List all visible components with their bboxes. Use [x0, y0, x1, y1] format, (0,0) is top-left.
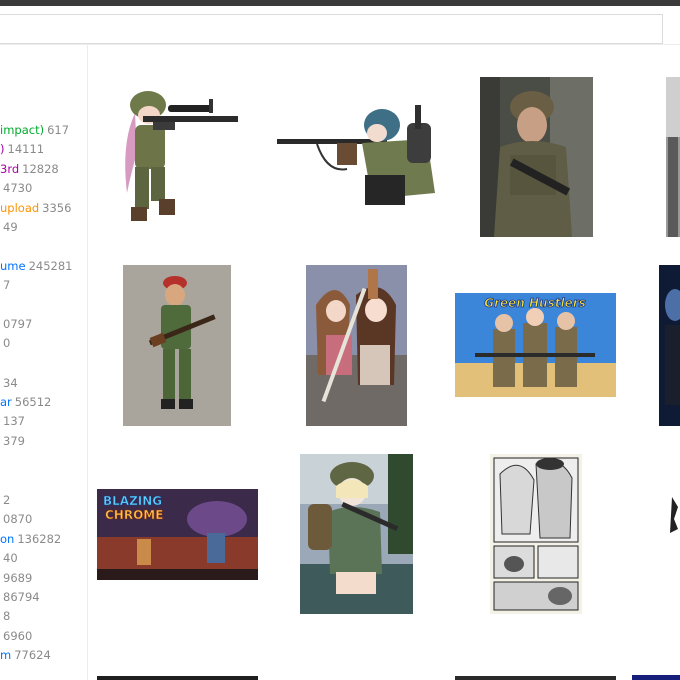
tag-name[interactable]: 3rd [0, 162, 19, 176]
post-thumbnail-row4-1[interactable] [97, 676, 258, 680]
tag-count: 34 [3, 376, 18, 390]
tag-count: 617 [47, 123, 70, 137]
tag-item[interactable]: ) 14111 [0, 142, 44, 156]
post-thumbnail-green-hustlers[interactable]: Green Hustlers [455, 293, 616, 397]
tag-item[interactable]: ume 245281 [0, 259, 72, 273]
tag-count: 56512 [14, 395, 52, 409]
tag-item[interactable]: 379 [0, 434, 25, 448]
post-thumbnail-edge-1[interactable] [666, 77, 680, 237]
tag-sidebar: impact) 617 ) 14111 3rd 12828 4730 upload 33… [0, 45, 88, 680]
header-divider [0, 44, 680, 45]
tag-item[interactable]: 7 [0, 278, 10, 292]
tag-count: 136282 [17, 532, 62, 546]
tag-name[interactable]: impact) [0, 123, 44, 137]
banner-title: Green Hustlers [484, 296, 586, 310]
tag-name[interactable]: on [0, 532, 14, 546]
post-thumbnail-manga-page[interactable] [490, 454, 582, 614]
tag-item[interactable]: 2 [0, 493, 10, 507]
tag-item[interactable]: 34 [0, 376, 18, 390]
post-thumbnail-edge-2[interactable] [659, 265, 680, 426]
game-title-line1: BLAZING [103, 494, 162, 508]
tag-count: 0797 [3, 317, 33, 331]
tag-count: 49 [3, 220, 18, 234]
post-thumbnail-kneeling-rifle[interactable] [277, 103, 437, 213]
tag-count: 0870 [3, 512, 33, 526]
tag-item[interactable]: 0870 [0, 512, 32, 526]
post-thumbnail-beret-soldier[interactable] [123, 265, 231, 426]
tag-count: 379 [3, 434, 25, 448]
tag-item[interactable]: on 136282 [0, 532, 61, 546]
tag-count: 3356 [42, 201, 72, 215]
tag-name[interactable]: ar [0, 395, 12, 409]
post-thumbnail-sniper-girl[interactable] [113, 83, 245, 231]
tag-item[interactable]: 0797 [0, 317, 32, 331]
tag-item[interactable]: ar 56512 [0, 395, 51, 409]
tag-count: 86794 [3, 590, 40, 604]
tag-count: 137 [3, 414, 25, 428]
tag-count: 6960 [3, 629, 33, 643]
tag-item[interactable]: 137 [0, 414, 25, 428]
tag-name[interactable]: m [0, 648, 11, 662]
tag-item[interactable]: impact) 617 [0, 123, 69, 137]
tag-count: 0 [3, 336, 11, 350]
tag-item[interactable]: 40 [0, 551, 18, 565]
post-thumbnail-row4-4[interactable] [632, 675, 680, 680]
tag-name[interactable]: ) [0, 142, 5, 156]
tag-item[interactable]: m 77624 [0, 648, 51, 662]
tag-item[interactable]: 49 [0, 220, 18, 234]
tag-count: 8 [3, 609, 11, 623]
tag-count: 14111 [7, 142, 45, 156]
tag-name[interactable]: upload [0, 201, 39, 215]
tag-item[interactable]: 86794 [0, 590, 40, 604]
post-thumbnail-helmet-girl[interactable] [300, 454, 413, 614]
tag-item[interactable]: 3rd 12828 [0, 162, 59, 176]
tag-count: 12828 [22, 162, 59, 176]
tag-item[interactable]: 0 [0, 336, 10, 350]
tag-count: 4730 [3, 181, 33, 195]
tag-count: 7 [3, 278, 11, 292]
post-thumbnail-edge-3[interactable] [664, 489, 680, 539]
tag-item[interactable]: 8 [0, 609, 10, 623]
tag-count: 245281 [28, 259, 73, 273]
tag-item[interactable]: upload 3356 [0, 201, 71, 215]
tag-item[interactable]: 6960 [0, 629, 32, 643]
tag-count: 77624 [14, 648, 51, 662]
search-bar[interactable] [0, 14, 663, 44]
tag-count: 2 [3, 493, 11, 507]
post-thumbnail-blazing-chrome[interactable]: BLAZING CHROME [97, 489, 258, 580]
post-thumbnail-tactical-woman[interactable] [480, 77, 593, 237]
tag-item[interactable]: 4730 [0, 181, 32, 195]
tag-name[interactable]: ume [0, 259, 26, 273]
tag-count: 9689 [3, 571, 33, 585]
browser-top-edge [0, 0, 680, 6]
tag-item[interactable]: 9689 [0, 571, 32, 585]
game-title-line2: CHROME [105, 508, 163, 522]
post-thumbnail-row4-3[interactable] [455, 676, 616, 680]
tag-count: 40 [3, 551, 18, 565]
post-thumbnail-anime-warriors[interactable] [306, 265, 407, 426]
